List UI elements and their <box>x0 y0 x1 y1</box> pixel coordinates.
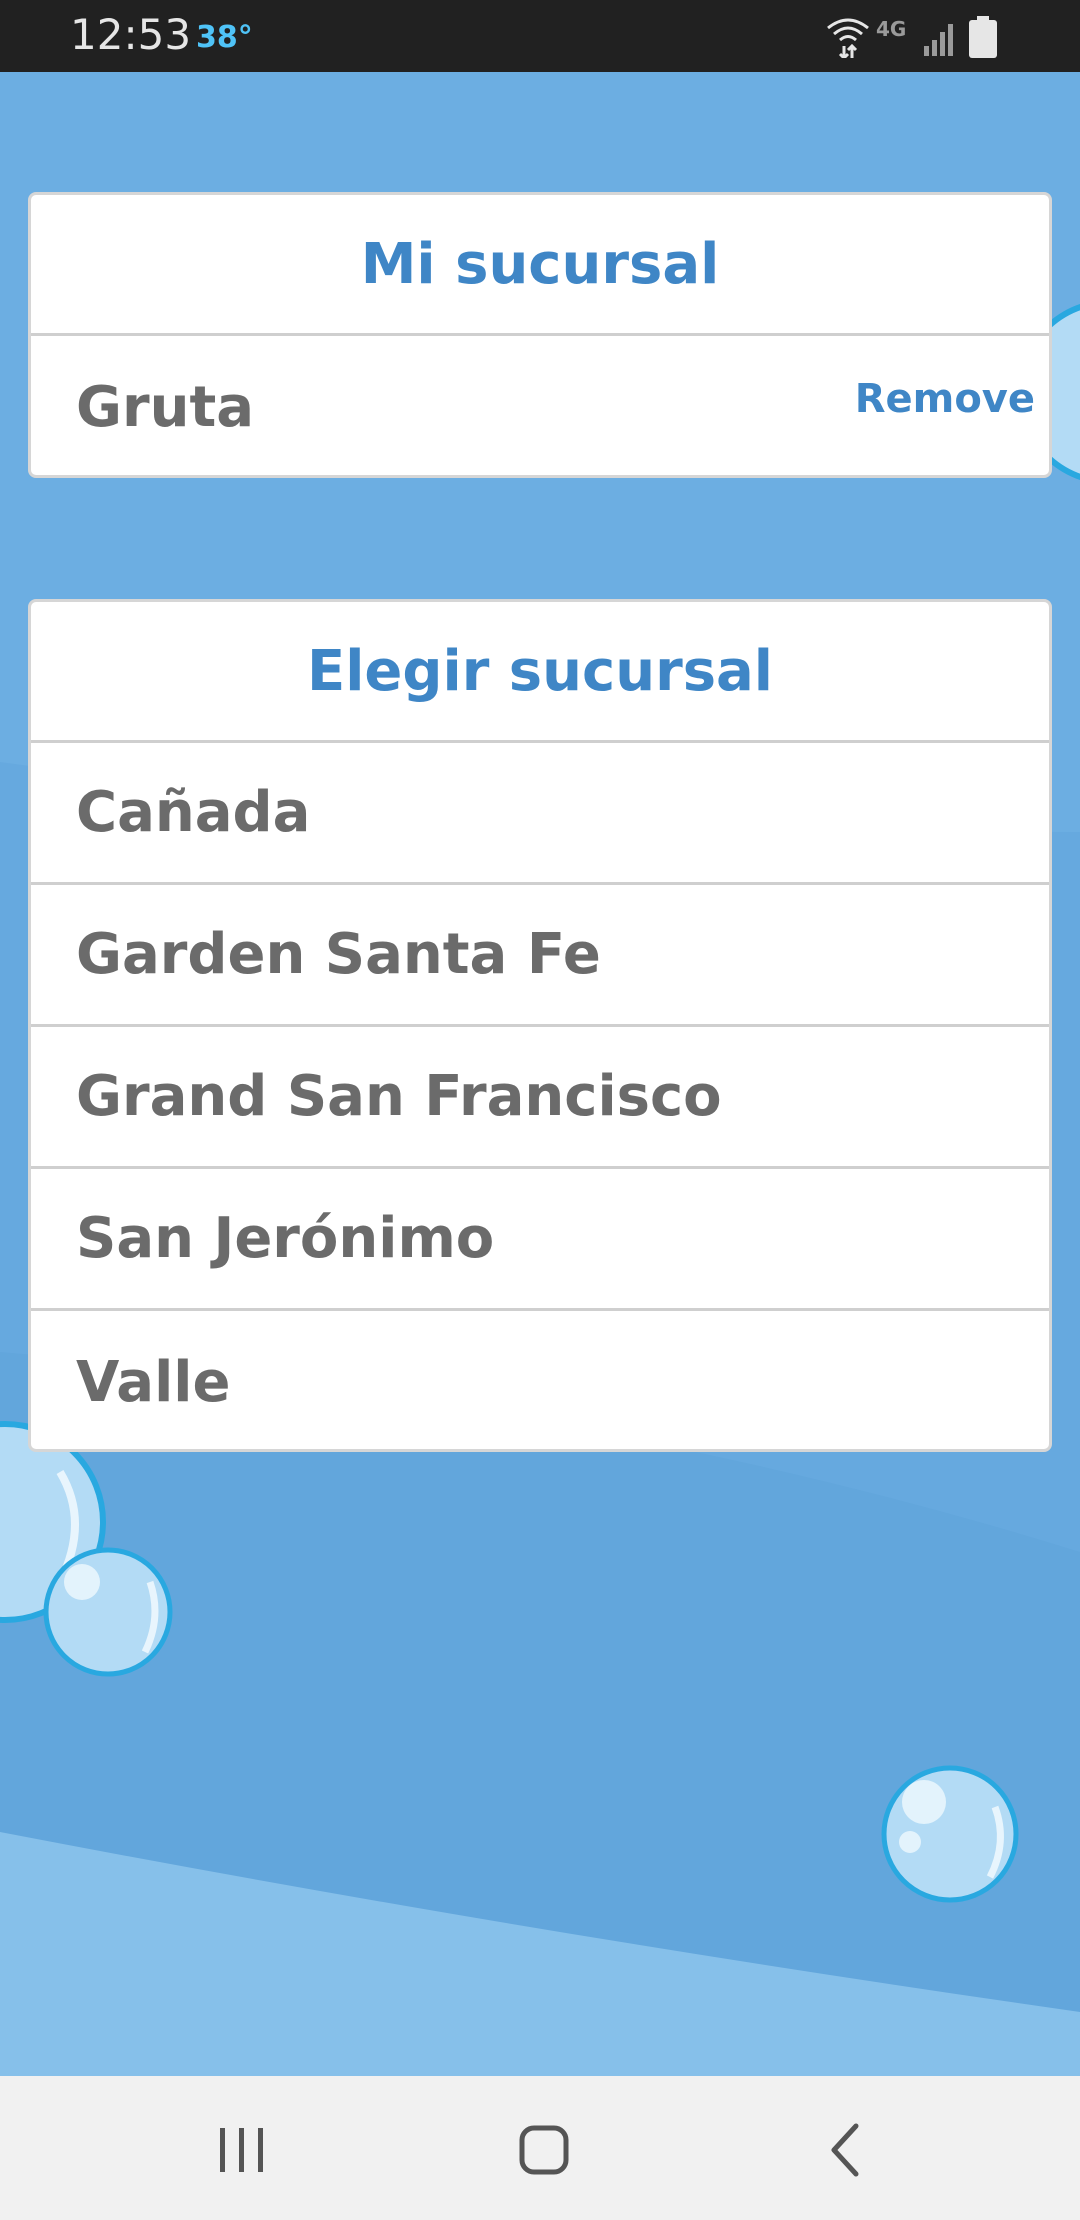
branch-list-item[interactable]: San Jerónimo <box>31 1169 1049 1311</box>
branch-list-item[interactable]: Grand San Francisco <box>31 1027 1049 1169</box>
signal-icon <box>924 24 953 56</box>
home-icon[interactable] <box>502 2118 582 2182</box>
status-bar: 12:53 38° 4G <box>0 0 1080 72</box>
selected-branch-name: Gruta <box>76 374 255 440</box>
weather-temperature: 38° <box>196 20 253 55</box>
wifi-calling-icon <box>827 18 869 58</box>
recent-apps-icon[interactable] <box>202 2118 282 2182</box>
choose-branch-card: Elegir sucursal Cañada Garden Santa Fe G… <box>28 599 1052 1452</box>
status-icons: 4G <box>827 16 997 58</box>
status-time: 12:53 <box>70 10 192 59</box>
navigation-bar <box>0 2076 1080 2220</box>
branch-list-item[interactable]: Valle <box>31 1311 1049 1449</box>
selected-branch-row: Gruta Remove <box>31 336 1049 475</box>
network-4g-icon: 4G <box>876 17 906 41</box>
choose-branch-title: Elegir sucursal <box>31 602 1049 743</box>
bubble-decoration <box>43 1547 173 1677</box>
my-branch-card: Mi sucursal Gruta Remove <box>28 192 1052 478</box>
my-branch-title: Mi sucursal <box>31 195 1049 336</box>
branch-list-item[interactable]: Garden Santa Fe <box>31 885 1049 1027</box>
back-icon[interactable] <box>808 2118 888 2182</box>
bubble-decoration <box>881 1765 1019 1903</box>
remove-branch-button[interactable]: Remove <box>855 376 1035 422</box>
battery-icon <box>969 16 997 58</box>
branch-list-item[interactable]: Cañada <box>31 743 1049 885</box>
